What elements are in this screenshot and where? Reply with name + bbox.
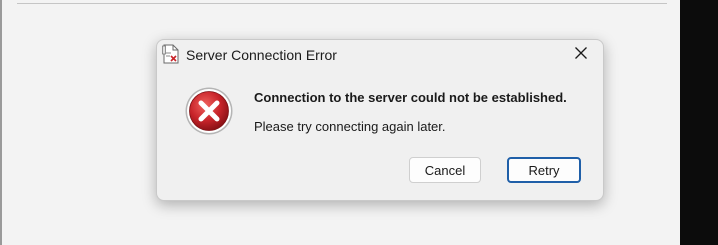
close-button[interactable] bbox=[559, 40, 603, 70]
dialog-title: Server Connection Error bbox=[186, 47, 337, 63]
cancel-button[interactable]: Cancel bbox=[409, 157, 481, 183]
error-x-circle-icon bbox=[184, 86, 234, 136]
retry-button[interactable]: Retry bbox=[507, 157, 581, 183]
error-dialog: Server Connection Error Connection to th… bbox=[156, 39, 604, 201]
error-message-title: Connection to the server could not be es… bbox=[254, 90, 567, 105]
dialog-title-bar[interactable]: Server Connection Error bbox=[157, 40, 603, 70]
divider bbox=[17, 3, 667, 4]
document-icon bbox=[162, 44, 180, 64]
error-message-detail: Please try connecting again later. bbox=[254, 119, 446, 134]
window-edge bbox=[0, 0, 2, 245]
close-icon bbox=[574, 46, 588, 65]
